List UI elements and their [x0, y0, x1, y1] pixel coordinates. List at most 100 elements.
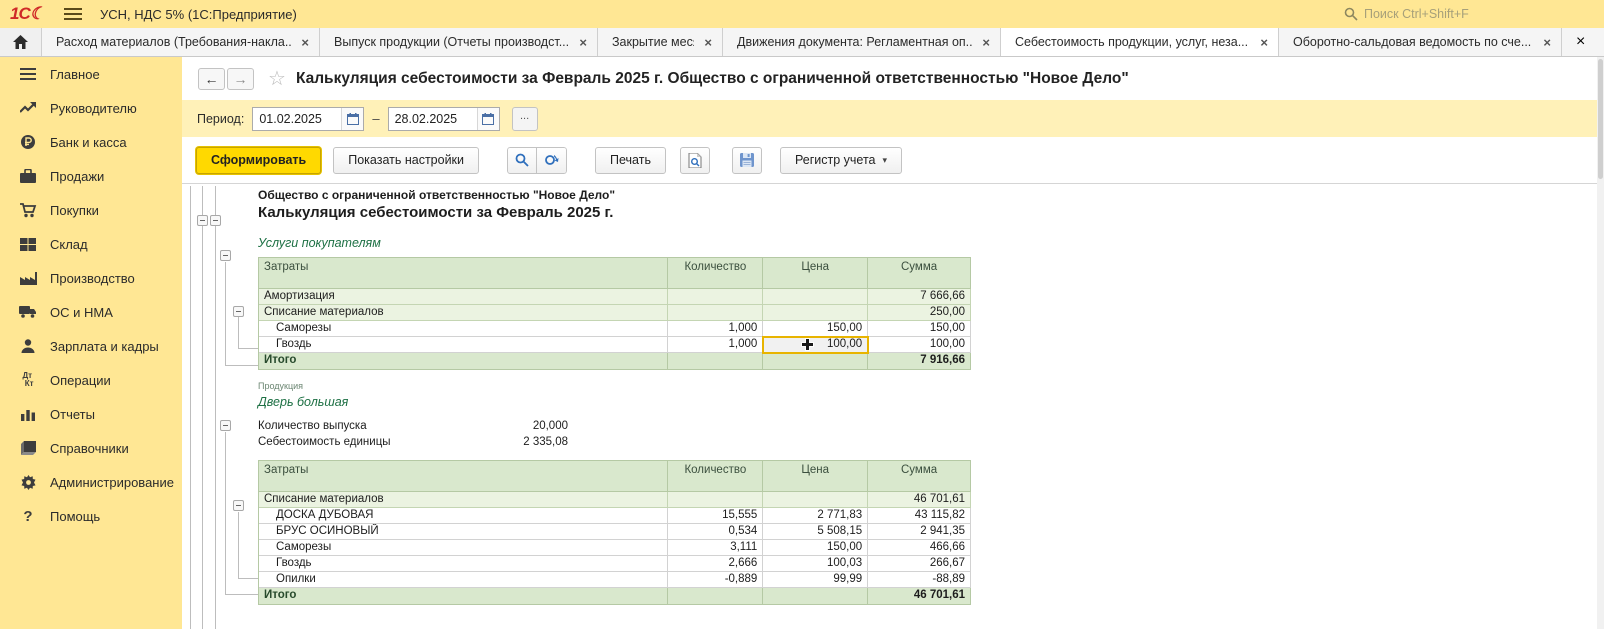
show-settings-button[interactable]: Показать настройки: [333, 147, 479, 174]
find-next-button[interactable]: [537, 147, 567, 174]
back-icon: ←: [205, 71, 219, 87]
question-icon: ?: [16, 507, 40, 525]
product-name-label: Дверь большая: [258, 395, 348, 409]
table-row[interactable]: Гвоздь 1,000 100,00 100,00: [259, 337, 971, 353]
group-bracket: [225, 365, 258, 366]
table-row[interactable]: Гвоздь 2,666 100,03 266,67: [259, 556, 971, 572]
print-preview-button[interactable]: [680, 147, 710, 174]
main-menu-icon[interactable]: [64, 8, 82, 20]
table-row[interactable]: Списание материалов 46 701,61: [259, 492, 971, 508]
sidebar-item-operacii[interactable]: Дт Кт Операции: [0, 363, 182, 397]
sidebar-item-pokupki[interactable]: Покупки: [0, 193, 182, 227]
sidebar: Главное Руководителю Банк и касса Продаж…: [0, 57, 182, 629]
group-level-line: [215, 186, 216, 629]
col-cena: Цена: [763, 461, 868, 492]
close-icon[interactable]: ×: [1543, 35, 1551, 50]
forward-button[interactable]: →: [227, 68, 254, 90]
close-icon[interactable]: ×: [982, 35, 990, 50]
tab-rashod-materialov[interactable]: Расход материалов (Требования-накла... ×: [42, 28, 320, 56]
close-icon[interactable]: ×: [579, 35, 587, 50]
tab-oborotno-saldovaya[interactable]: Оборотно-сальдовая ведомость по сче... ×: [1279, 28, 1562, 56]
calendar-icon[interactable]: [477, 108, 499, 130]
services-table: Затраты Количество Цена Сумма Амортизаци…: [258, 257, 971, 370]
collapse-group-button[interactable]: [210, 215, 221, 226]
table-row[interactable]: Списание материалов 250,00: [259, 305, 971, 321]
person-icon: [16, 337, 40, 355]
search-icon: [1344, 7, 1358, 21]
print-button[interactable]: Печать: [595, 147, 666, 174]
period-label: Период:: [197, 112, 244, 126]
close-icon[interactable]: ×: [1576, 33, 1585, 51]
sidebar-item-proizvodstvo[interactable]: Производство: [0, 261, 182, 295]
table-row[interactable]: Опилки -0,889 99,99 -88,89: [259, 572, 971, 588]
trend-chart-icon: [16, 99, 40, 117]
collapse-product-group-button[interactable]: [220, 420, 231, 431]
tab-zakrytie-mesyaca[interactable]: Закрытие месяца ×: [598, 28, 723, 56]
sidebar-item-otchety[interactable]: Отчеты: [0, 397, 182, 431]
sidebar-item-sklad[interactable]: Склад: [0, 227, 182, 261]
table-total-row[interactable]: Итого 7 916,66: [259, 353, 971, 370]
generate-button[interactable]: Сформировать: [196, 147, 321, 174]
group-level-line: [202, 186, 203, 629]
factory-icon: [16, 269, 40, 287]
group-bracket: [225, 432, 226, 594]
table-row[interactable]: ДОСКА ДУБОВАЯ 15,555 2 771,83 43 115,82: [259, 508, 971, 524]
register-dropdown-button[interactable]: Регистр учета ▾: [780, 147, 902, 174]
section-production-label: Продукция: [258, 381, 303, 391]
table-row[interactable]: Саморезы 1,000 150,00 150,00: [259, 321, 971, 337]
bar-chart-icon: [16, 405, 40, 423]
truck-icon: [16, 303, 40, 321]
unit-cost-line: Себестоимость единицы 2 335,08: [258, 434, 568, 450]
collapse-services-group-button[interactable]: [220, 250, 231, 261]
report-header-row: ← → ☆ Калькуляция себестоимости за Февра…: [182, 57, 1604, 100]
table-row[interactable]: Амортизация 7 666,66: [259, 289, 971, 305]
home-tab[interactable]: [0, 28, 42, 56]
close-icon[interactable]: ×: [301, 35, 309, 50]
calendar-icon[interactable]: [341, 108, 363, 130]
cell-cursor-icon: [801, 338, 814, 351]
period-to-input[interactable]: [389, 108, 477, 130]
tab-dvizheniya-dokumenta[interactable]: Движения документа: Регламентная оп... ×: [723, 28, 1001, 56]
col-kolichestvo: Количество: [668, 258, 763, 289]
collapse-group-button[interactable]: [197, 215, 208, 226]
sidebar-item-administrirovanie[interactable]: Администрирование: [0, 465, 182, 499]
sidebar-item-bank-i-kassa[interactable]: Банк и касса: [0, 125, 182, 159]
sidebar-item-os-i-nma[interactable]: ОС и НМА: [0, 295, 182, 329]
close-icon[interactable]: ×: [704, 35, 712, 50]
sidebar-item-rukovoditelyu[interactable]: Руководителю: [0, 91, 182, 125]
scrollbar-thumb[interactable]: [1598, 59, 1603, 179]
home-icon: [13, 35, 28, 49]
col-zatraty: Затраты: [259, 258, 668, 289]
floppy-save-icon: [740, 153, 754, 167]
collapse-materials-group-button[interactable]: [233, 306, 244, 317]
table-row[interactable]: Саморезы 3,111 150,00 466,66: [259, 540, 971, 556]
menu-lines-icon: [16, 65, 40, 83]
search-placeholder: Поиск Ctrl+Shift+F: [1364, 7, 1469, 21]
table-row[interactable]: БРУС ОСИНОВЫЙ 0,534 5 508,15 2 941,35: [259, 524, 971, 540]
period-from-input[interactable]: [253, 108, 341, 130]
save-button[interactable]: [732, 147, 762, 174]
find-button[interactable]: [507, 147, 537, 174]
sidebar-item-zarplata-i-kadry[interactable]: Зарплата и кадры: [0, 329, 182, 363]
tab-clipped[interactable]: ×: [1562, 28, 1604, 56]
sidebar-item-glavnoe[interactable]: Главное: [0, 57, 182, 91]
sidebar-item-spravochniki[interactable]: Справочники: [0, 431, 182, 465]
warehouse-icon: [16, 235, 40, 253]
sidebar-item-prodazhi[interactable]: Продажи: [0, 159, 182, 193]
tab-sebestoimost[interactable]: Себестоимость продукции, услуг, неза... …: [1001, 28, 1279, 56]
period-to-field: [388, 107, 500, 131]
selected-cell[interactable]: 100,00: [763, 337, 868, 353]
tab-vypusk-produkcii[interactable]: Выпуск продукции (Отчеты производст... ×: [320, 28, 598, 56]
global-search-input[interactable]: Поиск Ctrl+Shift+F: [1344, 3, 1564, 25]
close-icon[interactable]: ×: [1260, 35, 1268, 50]
vertical-scrollbar[interactable]: [1597, 57, 1604, 629]
back-button[interactable]: ←: [198, 68, 225, 90]
sidebar-item-pomosch[interactable]: ? Помощь: [0, 499, 182, 533]
period-from-field: [252, 107, 364, 131]
favorite-star-icon[interactable]: ☆: [268, 66, 286, 91]
col-summa: Сумма: [868, 258, 971, 289]
group-bracket: [225, 594, 258, 595]
table-total-row[interactable]: Итого 46 701,61: [259, 588, 971, 605]
collapse-materials2-group-button[interactable]: [233, 500, 244, 511]
period-more-button[interactable]: ...: [512, 107, 538, 131]
